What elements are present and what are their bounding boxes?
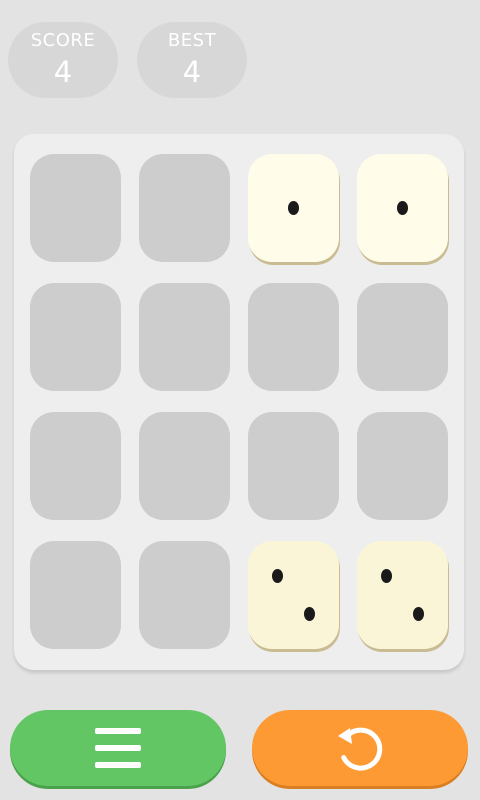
empty-cell: [139, 412, 230, 520]
die-tile: [248, 154, 339, 262]
empty-cell: [30, 412, 121, 520]
die-tile: [357, 154, 448, 262]
empty-cell: [357, 283, 448, 391]
empty-cell: [248, 412, 339, 520]
die-pip: [380, 568, 392, 583]
best-value: 4: [182, 55, 202, 89]
hamburger-menu-icon: [95, 728, 141, 768]
score-panel: SCORE 4: [8, 22, 118, 98]
die-pip: [397, 201, 408, 215]
restart-button[interactable]: [252, 710, 468, 786]
score-value: 4: [53, 55, 73, 89]
die-tile: [248, 541, 339, 649]
die-pip: [271, 568, 283, 583]
empty-cell: [139, 283, 230, 391]
die-pip: [413, 607, 425, 622]
best-label: BEST: [167, 30, 217, 51]
empty-cell: [139, 154, 230, 262]
empty-cell: [30, 541, 121, 649]
empty-cell: [248, 283, 339, 391]
best-score-panel: BEST 4: [137, 22, 247, 98]
die-pip: [288, 201, 299, 215]
die-pip: [304, 607, 316, 622]
empty-cell: [139, 541, 230, 649]
empty-cell: [30, 154, 121, 262]
restart-icon: [338, 727, 383, 771]
empty-cell: [30, 283, 121, 391]
score-label: SCORE: [30, 30, 96, 51]
die-tile: [357, 541, 448, 649]
game-board[interactable]: [14, 134, 464, 670]
menu-button[interactable]: [10, 710, 226, 786]
empty-cell: [357, 412, 448, 520]
